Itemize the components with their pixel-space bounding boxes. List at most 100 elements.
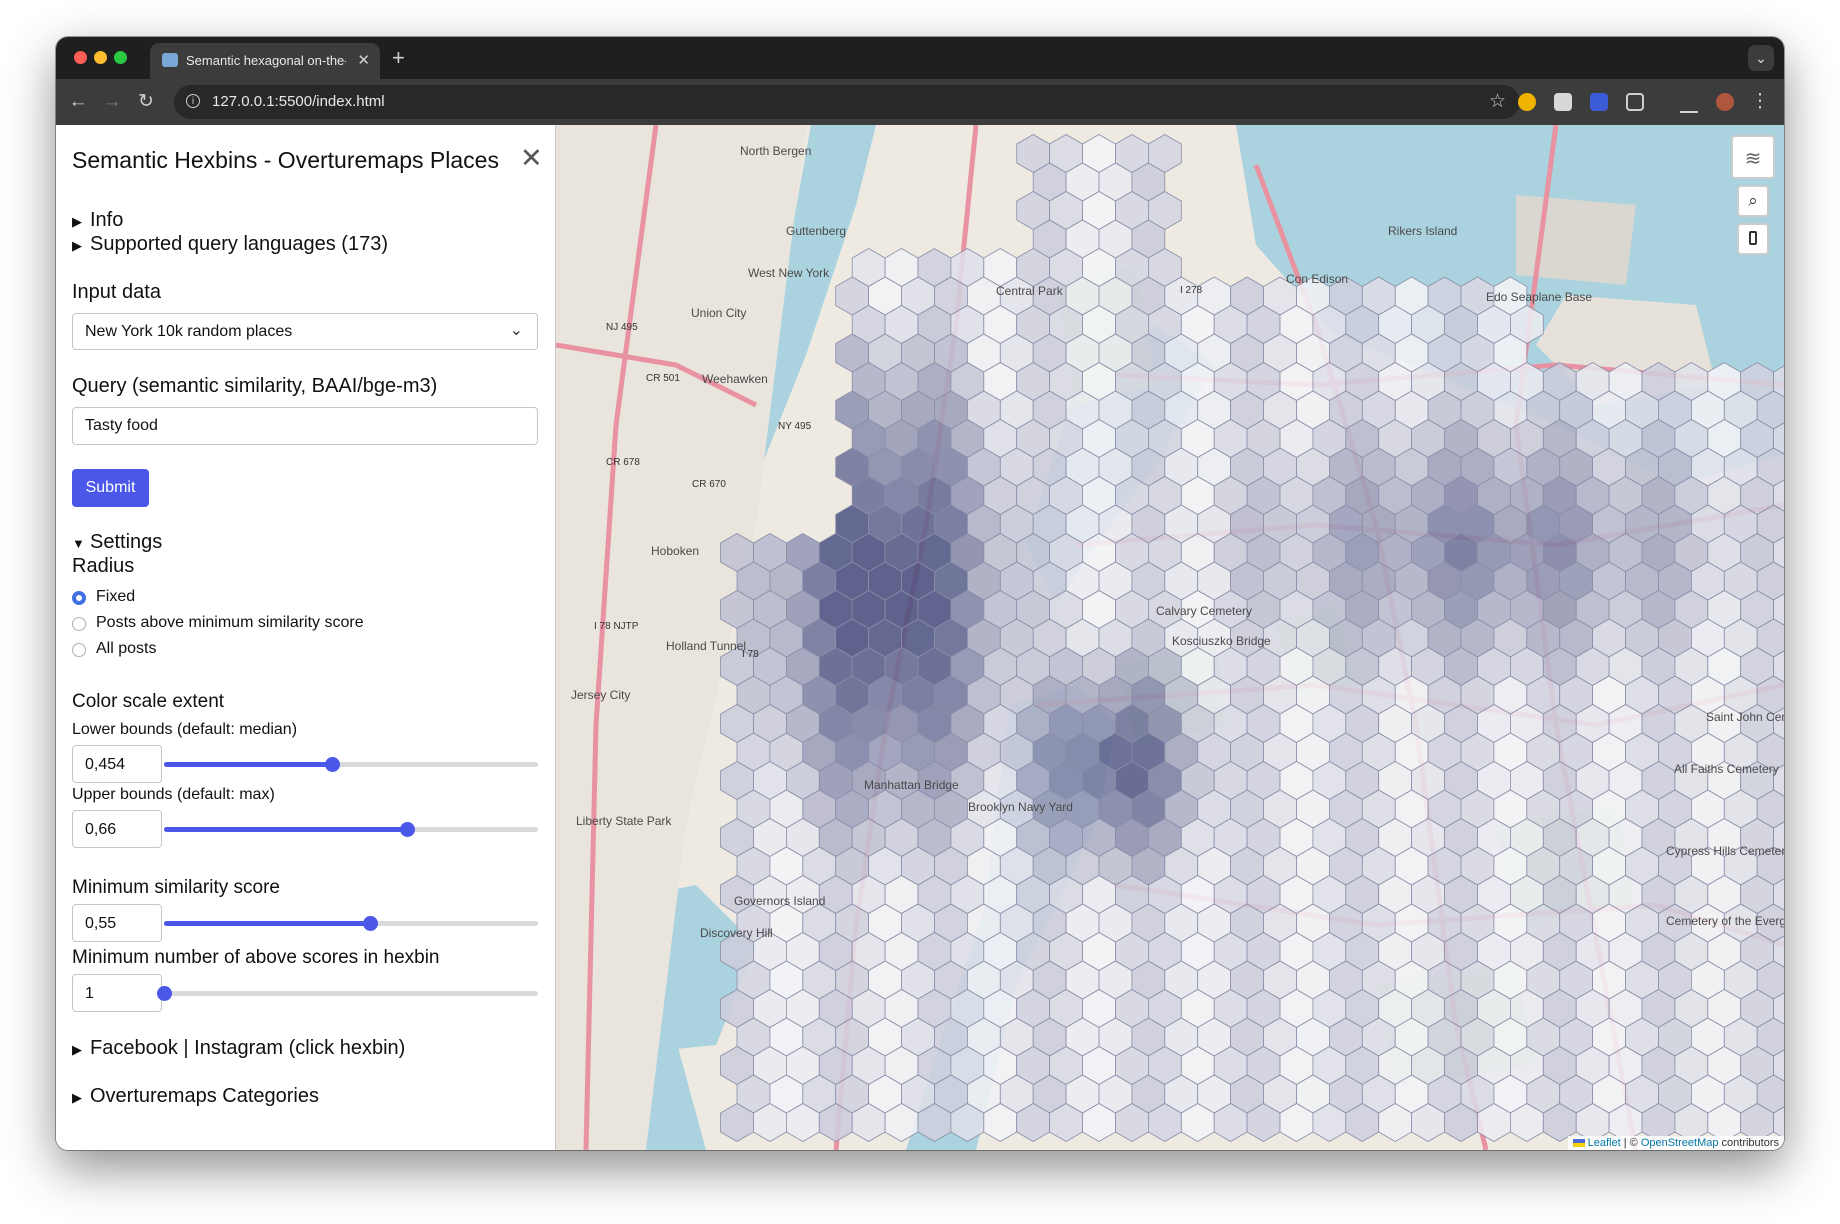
layers-icon: ≋ xyxy=(1744,148,1762,170)
map-label: Kosciuszko Bridge xyxy=(1172,634,1271,648)
address-bar[interactable]: i 127.0.0.1:5500/index.html ☆ xyxy=(174,85,1520,119)
profile-avatar[interactable] xyxy=(1716,93,1734,111)
slider-thumb[interactable] xyxy=(157,986,172,1001)
map-label: I 78 xyxy=(742,649,759,660)
chevron-down-icon: ⌄ xyxy=(509,322,523,339)
close-window-button[interactable] xyxy=(74,51,87,64)
map-label: Guttenberg xyxy=(786,224,846,238)
min-count-value: 1 xyxy=(85,985,94,1002)
map-label: Liberty State Park xyxy=(576,814,672,828)
categories-summary[interactable]: ▶ Overturemaps Categories xyxy=(72,1085,319,1108)
map-view[interactable]: North Bergen Guttenberg West New York Union… xyxy=(556,125,1784,1150)
info-summary[interactable]: ▶ Info xyxy=(72,209,123,232)
caret-down-icon: ▼ xyxy=(72,536,85,551)
map-label: Rikers Island xyxy=(1388,224,1457,238)
search-icon: ⌕ xyxy=(1748,191,1758,210)
map-label: Con Edison xyxy=(1286,272,1348,286)
min-similarity-slider[interactable] xyxy=(164,916,538,931)
input-data-value: New York 10k random places xyxy=(85,323,293,340)
radius-radio-fixed[interactable] xyxy=(72,591,86,605)
radius-option-label: Posts above minimum similarity score xyxy=(96,614,364,631)
languages-summary-label: Supported query languages (173) xyxy=(90,233,388,255)
radius-radio-all[interactable] xyxy=(72,643,86,657)
map-label: Brooklyn Navy Yard xyxy=(968,800,1073,814)
leaflet-link[interactable]: Leaflet xyxy=(1588,1137,1621,1149)
upper-bounds-label: Upper bounds (default: max) xyxy=(72,786,275,803)
map-label: Weehawken xyxy=(702,372,768,386)
min-count-input[interactable]: 1 xyxy=(72,974,162,1012)
min-similarity-value: 0,55 xyxy=(85,915,117,932)
lower-bounds-slider[interactable] xyxy=(164,757,538,772)
map-canvas[interactable]: North Bergen Guttenberg West New York Union… xyxy=(556,125,1784,1150)
search-control[interactable]: ⌕ xyxy=(1737,185,1769,217)
tab-search-chevron-icon[interactable]: ⌄ xyxy=(1748,45,1774,71)
min-similarity-input[interactable]: 0,55 xyxy=(72,904,162,942)
forward-arrow-icon[interactable]: → xyxy=(100,90,124,114)
attribution-tail: contributors xyxy=(1718,1137,1779,1149)
map-label: Edo Seaplane Base xyxy=(1486,290,1592,304)
map-favicon-icon xyxy=(162,53,178,67)
control-panel: Semantic Hexbins - Overturemaps Places ✕… xyxy=(56,125,556,1150)
map-label: I 78 NJTP xyxy=(594,621,639,632)
map-label: West New York xyxy=(748,266,830,280)
radius-radio-above-min[interactable] xyxy=(72,617,86,631)
settings-summary-label: Settings xyxy=(90,531,163,553)
slider-fill xyxy=(164,827,408,832)
map-label: Hoboken xyxy=(651,544,699,558)
facebook-summary[interactable]: ▶ Facebook | Instagram (click hexbin) xyxy=(72,1037,405,1060)
reload-icon[interactable]: ↻ xyxy=(134,90,158,114)
map-label: All Faiths Cemetery xyxy=(1674,762,1779,776)
settings-summary[interactable]: ▼ Settings xyxy=(72,531,162,554)
map-label: Central Park xyxy=(996,284,1064,298)
attribution-separator: | © xyxy=(1620,1137,1641,1149)
slider-thumb[interactable] xyxy=(362,916,378,931)
translate-extension-icon[interactable] xyxy=(1590,93,1608,111)
map-label: North Bergen xyxy=(740,144,811,158)
reading-page-icon[interactable] xyxy=(1554,93,1572,111)
facebook-summary-label: Facebook | Instagram (click hexbin) xyxy=(90,1037,406,1059)
slider-fill xyxy=(164,921,370,926)
tab-bar: Semantic hexagonal on-the-f ✕ + ⌄ xyxy=(56,37,1784,79)
browser-toolbar: ← → ↻ i 127.0.0.1:5500/index.html ☆ ⋮ xyxy=(56,79,1784,125)
map-label: Cypress Hills Cemetery xyxy=(1666,844,1784,858)
openstreetmap-link[interactable]: OpenStreetMap xyxy=(1641,1137,1719,1149)
map-label: CR 670 xyxy=(692,479,726,490)
layers-control[interactable]: ≋ xyxy=(1731,135,1775,179)
map-label: I 278 xyxy=(1180,285,1203,296)
query-input[interactable]: Tasty food xyxy=(72,407,538,445)
panel-close-icon[interactable]: ✕ xyxy=(520,143,543,174)
radius-label: Radius xyxy=(72,555,135,577)
extensions-puzzle-icon[interactable] xyxy=(1626,93,1644,111)
lower-bounds-input[interactable]: 0,454 xyxy=(72,745,162,783)
upper-bounds-input[interactable]: 0,66 xyxy=(72,810,162,848)
submit-button[interactable]: Submit xyxy=(72,469,149,507)
lower-bounds-value: 0,454 xyxy=(85,756,126,773)
slider-thumb[interactable] xyxy=(325,757,341,772)
min-count-slider[interactable] xyxy=(157,986,538,1001)
bookmark-star-icon[interactable]: ☆ xyxy=(1489,90,1506,113)
slider-thumb[interactable] xyxy=(400,822,416,837)
back-arrow-icon[interactable]: ← xyxy=(66,90,90,114)
caret-right-icon: ▶ xyxy=(72,238,82,253)
new-tab-button[interactable]: + xyxy=(392,45,405,71)
map-label: Cemetery of the Evergreens xyxy=(1666,914,1784,928)
radius-option-label: Fixed xyxy=(96,588,136,605)
active-tab[interactable]: Semantic hexagonal on-the-f ✕ xyxy=(150,43,380,79)
input-data-select[interactable]: New York 10k random places ⌄ xyxy=(72,313,538,350)
upper-bounds-slider[interactable] xyxy=(164,822,538,837)
extension-yellow-icon[interactable] xyxy=(1518,93,1536,111)
map-label: Calvary Cemetery xyxy=(1156,604,1252,618)
download-icon[interactable] xyxy=(1680,93,1698,113)
caret-right-icon: ▶ xyxy=(72,1090,82,1105)
minimize-window-button[interactable] xyxy=(94,51,107,64)
radius-option-label: All posts xyxy=(96,640,157,657)
map-label: Union City xyxy=(691,306,746,320)
site-info-icon[interactable]: i xyxy=(186,94,200,108)
fullscreen-control[interactable] xyxy=(1737,223,1769,255)
maximize-window-button[interactable] xyxy=(114,51,127,64)
caret-right-icon: ▶ xyxy=(72,214,82,229)
browser-menu-icon[interactable]: ⋮ xyxy=(1748,90,1772,114)
languages-summary[interactable]: ▶ Supported query languages (173) xyxy=(72,233,388,256)
map-label: Manhattan Bridge xyxy=(864,778,959,792)
tab-close-icon[interactable]: ✕ xyxy=(357,51,370,69)
